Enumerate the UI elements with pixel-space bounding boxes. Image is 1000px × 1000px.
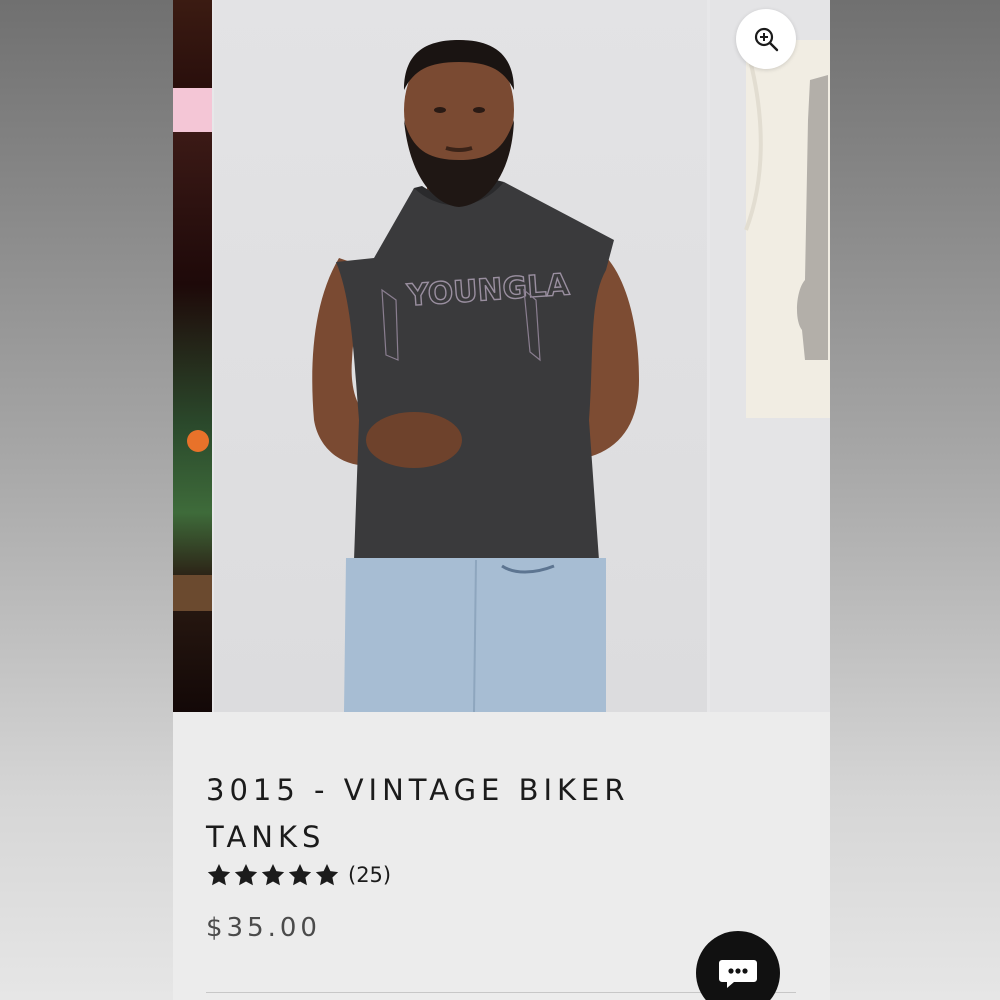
next-product-photo [744, 40, 830, 418]
product-page: YOUNGLA 3015 - VINTAGE BIKER TANKS (25) … [173, 0, 830, 1000]
rating-stars [206, 862, 340, 888]
product-price: $35.00 [206, 913, 321, 943]
star-icon [261, 863, 285, 886]
product-photo: YOUNGLA [312, 40, 639, 713]
product-title: 3015 - VINTAGE BIKER TANKS [206, 773, 630, 854]
gallery-slide-previous[interactable] [173, 0, 212, 712]
image-gallery[interactable]: YOUNGLA [173, 0, 830, 713]
background-right [830, 0, 1000, 1000]
star-icon [234, 863, 258, 886]
star-icon [288, 863, 312, 886]
chat-icon [719, 960, 757, 988]
gallery-slide-next[interactable] [710, 0, 830, 712]
zoom-button[interactable] [736, 9, 796, 69]
star-icon [207, 863, 231, 886]
gallery-slide-main[interactable]: YOUNGLA [214, 0, 707, 713]
product-info: 3015 - VINTAGE BIKER TANKS (25) $35.00 [173, 712, 830, 1000]
chat-button[interactable] [696, 931, 780, 1000]
zoom-in-icon [754, 27, 779, 52]
review-count[interactable]: (25) [348, 863, 391, 887]
star-icon [315, 863, 339, 886]
background-left [0, 0, 173, 1000]
product-rating[interactable]: (25) [206, 862, 391, 888]
